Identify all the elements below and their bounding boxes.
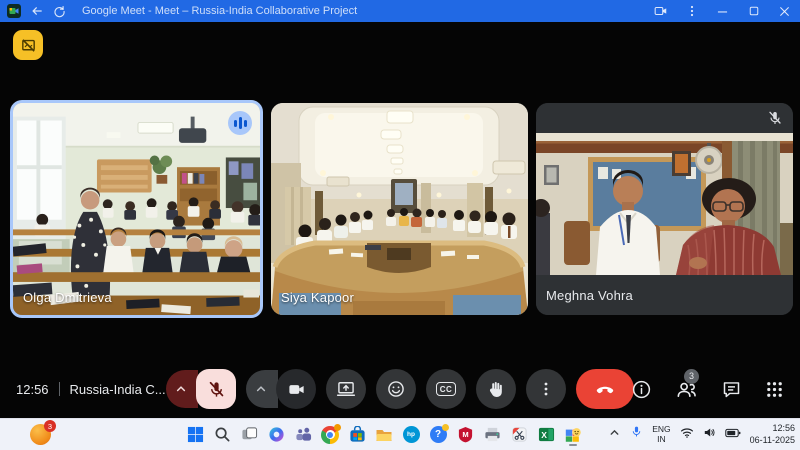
captions-button[interactable]: CC bbox=[426, 369, 466, 409]
printer-icon[interactable] bbox=[481, 423, 503, 446]
people-button[interactable]: 3 bbox=[675, 378, 698, 401]
battery-icon[interactable] bbox=[725, 426, 741, 444]
reactions-button[interactable] bbox=[376, 369, 416, 409]
meeting-clock: 12:56 bbox=[16, 382, 49, 397]
tray-time: 12:56 bbox=[750, 423, 795, 435]
participant-name-label: Siya Kapoor bbox=[281, 290, 354, 305]
taskbar-icons: hp ? M X bbox=[184, 423, 584, 446]
search-icon[interactable] bbox=[211, 423, 233, 446]
volume-icon[interactable] bbox=[703, 426, 716, 444]
tray-chevron-icon[interactable] bbox=[608, 426, 621, 444]
camera-options-chevron[interactable] bbox=[246, 370, 278, 408]
maximize-button[interactable] bbox=[738, 0, 769, 22]
help-glyph: ? bbox=[435, 429, 441, 440]
activities-grid-button[interactable] bbox=[765, 380, 784, 399]
presentation-off-warning-icon[interactable] bbox=[13, 30, 43, 60]
mcafee-icon[interactable]: M bbox=[454, 423, 476, 446]
language-line2: IN bbox=[652, 435, 670, 445]
google-meet-logo-icon bbox=[7, 4, 21, 18]
chat-button[interactable] bbox=[721, 379, 742, 400]
participant-name-label: Olga Dmitrieva bbox=[23, 290, 112, 305]
chrome-icon[interactable] bbox=[319, 423, 341, 446]
tray-clock[interactable]: 12:56 06-11-2025 bbox=[750, 423, 795, 446]
meghna-video bbox=[536, 103, 793, 315]
running-app-indicator bbox=[569, 444, 577, 447]
mic-options-chevron[interactable] bbox=[166, 370, 198, 408]
meeting-name: Russia-India C... bbox=[70, 382, 166, 397]
conference-room-video bbox=[271, 103, 528, 315]
excel-glyph: X bbox=[541, 430, 547, 440]
wifi-icon[interactable] bbox=[680, 426, 694, 444]
more-options-button[interactable] bbox=[526, 369, 566, 409]
copilot-icon[interactable] bbox=[265, 423, 287, 446]
mic-control bbox=[166, 369, 236, 409]
window-title: Google Meet - Meet – Russia-India Collab… bbox=[82, 5, 357, 17]
audio-activity-icon bbox=[228, 111, 252, 135]
task-view-icon[interactable] bbox=[238, 423, 260, 446]
notification-app-icon[interactable]: 3 bbox=[30, 424, 51, 445]
microsoft-store-icon[interactable] bbox=[346, 423, 368, 446]
close-button[interactable] bbox=[769, 0, 800, 22]
window-titlebar: Google Meet - Meet – Russia-India Collab… bbox=[0, 0, 800, 22]
video-grid: Olga Dmitrieva bbox=[10, 98, 793, 320]
divider bbox=[59, 382, 60, 396]
tray-date: 06-11-2025 bbox=[750, 435, 795, 447]
notification-badge: 3 bbox=[44, 420, 56, 432]
windows-taskbar: 3 bbox=[0, 418, 800, 450]
camera-on-button[interactable] bbox=[276, 369, 316, 409]
system-tray: ENG IN 12:56 06-11-2025 bbox=[608, 419, 795, 450]
captions-label: CC bbox=[436, 382, 456, 396]
meet-control-bar: 12:56 Russia-India C... bbox=[0, 363, 800, 415]
chrome-notification-dot bbox=[334, 424, 341, 431]
participant-name-label: Meghna Vohra bbox=[546, 288, 633, 303]
raise-hand-button[interactable] bbox=[476, 369, 516, 409]
video-tile-siya-kapoor[interactable]: Siya Kapoor bbox=[271, 103, 528, 315]
camera-control bbox=[246, 369, 316, 409]
excel-icon[interactable]: X bbox=[535, 423, 557, 446]
tray-mic-icon[interactable] bbox=[630, 425, 643, 444]
end-call-button[interactable] bbox=[576, 369, 634, 409]
meeting-info-button[interactable] bbox=[631, 379, 652, 400]
meet-app-icon[interactable] bbox=[562, 423, 584, 446]
mcafee-glyph: M bbox=[462, 430, 468, 439]
teams-icon[interactable] bbox=[292, 423, 314, 446]
back-arrow-icon[interactable] bbox=[30, 4, 44, 18]
file-explorer-icon[interactable] bbox=[373, 423, 395, 446]
participant-count-badge: 3 bbox=[684, 369, 699, 384]
video-tile-olga-dmitrieva[interactable]: Olga Dmitrieva bbox=[10, 100, 263, 318]
mic-muted-button[interactable] bbox=[196, 369, 236, 409]
video-tile-meghna-vohra[interactable]: Meghna Vohra bbox=[536, 103, 793, 315]
windows-start-icon[interactable] bbox=[184, 423, 206, 446]
snipping-tool-icon[interactable] bbox=[508, 423, 530, 446]
present-screen-button[interactable] bbox=[326, 369, 366, 409]
refresh-icon[interactable] bbox=[53, 5, 66, 18]
minimize-button[interactable] bbox=[707, 0, 738, 22]
language-indicator[interactable]: ENG IN bbox=[652, 425, 670, 445]
hp-icon[interactable]: hp bbox=[400, 423, 422, 446]
window-menu-icon[interactable] bbox=[676, 0, 707, 22]
participant-muted-icon bbox=[767, 110, 783, 131]
tab-media-indicator-icon[interactable] bbox=[645, 0, 676, 22]
screen: Google Meet - Meet – Russia-India Collab… bbox=[0, 0, 800, 450]
hp-label: hp bbox=[403, 426, 420, 443]
classroom-video bbox=[13, 103, 260, 315]
help-notification-dot bbox=[442, 424, 449, 431]
help-icon[interactable]: ? bbox=[427, 423, 449, 446]
